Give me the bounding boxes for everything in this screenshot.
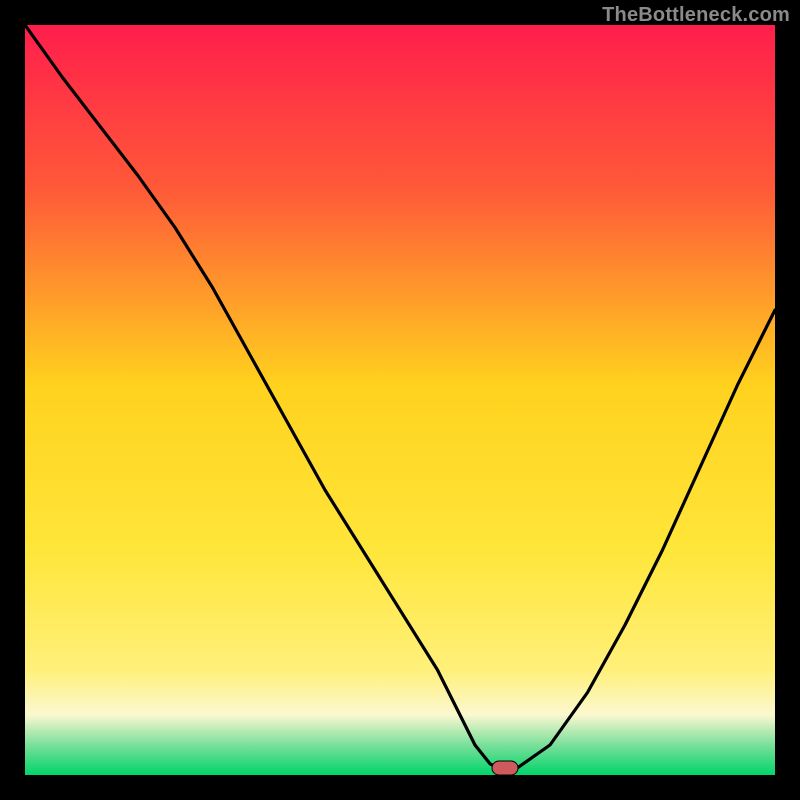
plot-area (25, 25, 775, 775)
plot-svg (25, 25, 775, 775)
watermark-text: TheBottleneck.com (602, 4, 790, 27)
optimum-marker (492, 761, 518, 775)
gradient-background (25, 25, 775, 775)
chart-frame: TheBottleneck.com (0, 0, 800, 800)
